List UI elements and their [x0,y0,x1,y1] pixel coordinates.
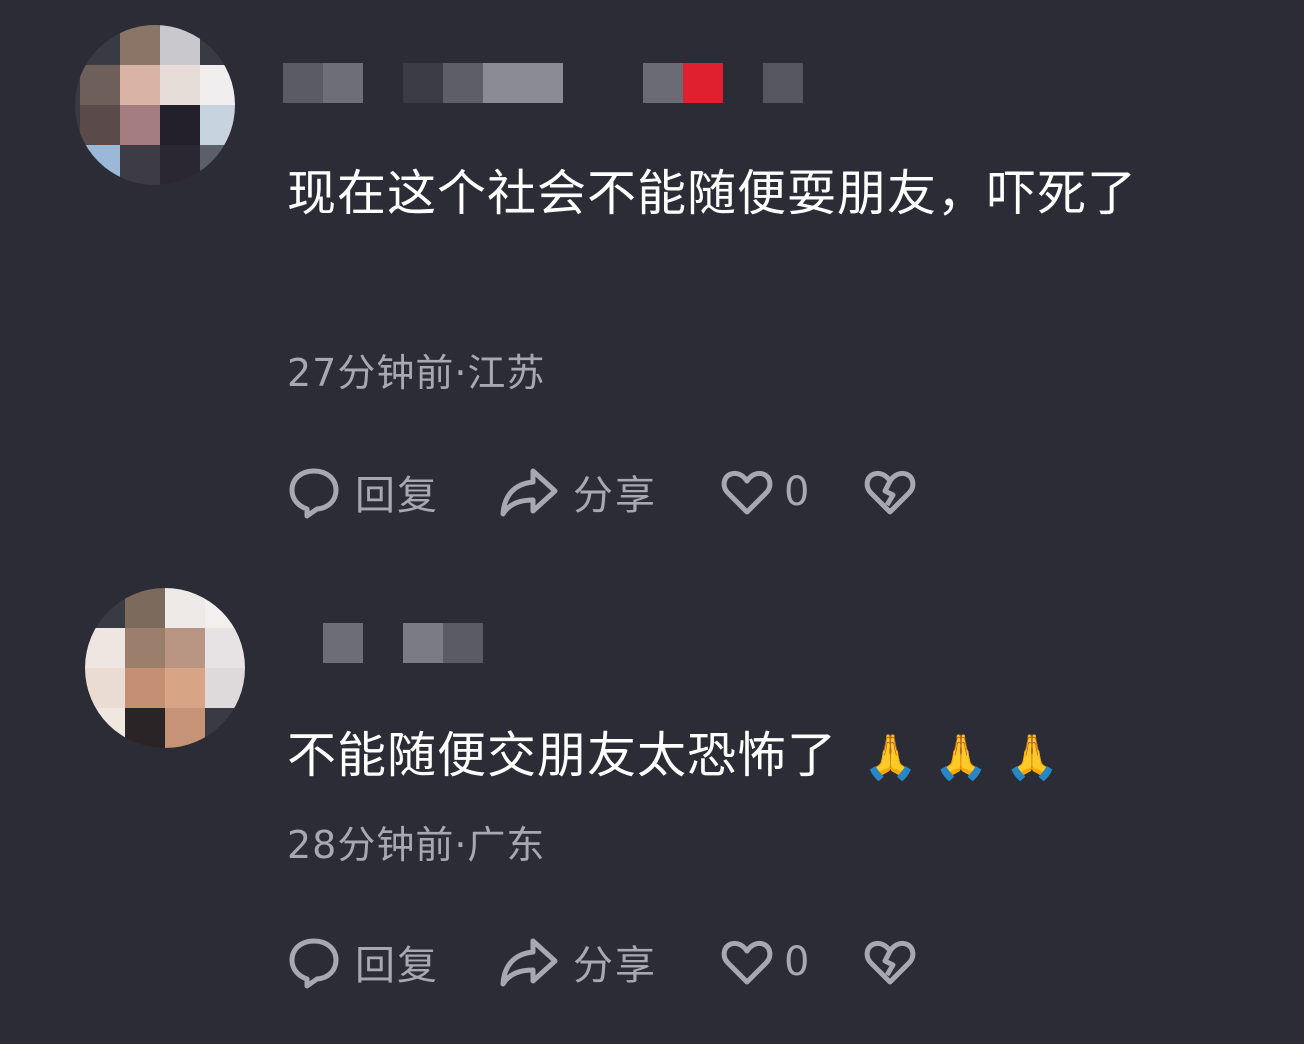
share-arrow-icon [499,465,559,519]
share-label: 分享 [573,943,657,989]
username[interactable] [283,63,823,105]
like-count: 0 [784,939,810,985]
comment-item: 现在这个社会不能随便耍朋友，吓死了 27分钟前·江苏 回复 分享 0 [0,0,1304,560]
heart-icon [720,935,774,989]
comment-timestamp-location: 28分钟前·广东 [287,823,546,867]
broken-heart-icon [863,935,917,989]
like-count: 0 [784,469,810,515]
share-arrow-icon [499,935,559,989]
share-button[interactable]: 分享 [499,932,657,992]
reply-button[interactable]: 回复 [287,462,439,522]
avatar[interactable] [85,588,245,748]
avatar[interactable] [75,25,235,185]
heart-icon [720,465,774,519]
comment-text: 不能随便交朋友太恐怖了 🙏 🙏 🙏 [287,710,1207,804]
username[interactable] [323,623,503,665]
dislike-button[interactable] [863,932,917,992]
comment-item: 不能随便交朋友太恐怖了 🙏 🙏 🙏 28分钟前·广东 回复 分享 0 [0,560,1304,1044]
like-button[interactable]: 0 [720,462,809,522]
like-button[interactable]: 0 [720,932,809,992]
comment-emoji: 🙏 🙏 🙏 [863,732,1061,783]
comment-actions: 回复 分享 0 [287,462,987,522]
reply-button[interactable]: 回复 [287,932,439,992]
comment-text: 现在这个社会不能随便耍朋友，吓死了 [287,148,1207,242]
share-label: 分享 [573,473,657,519]
reply-label: 回复 [355,473,439,519]
speech-bubble-icon [287,935,341,989]
share-button[interactable]: 分享 [499,462,657,522]
dislike-button[interactable] [863,462,917,522]
broken-heart-icon [863,465,917,519]
reply-label: 回复 [355,943,439,989]
comment-actions: 回复 分享 0 [287,932,987,992]
comment-timestamp-location: 27分钟前·江苏 [287,351,546,395]
speech-bubble-icon [287,465,341,519]
comment-body: 不能随便交朋友太恐怖了 [287,727,838,784]
comment-body: 现在这个社会不能随便耍朋友，吓死了 [287,165,1138,222]
